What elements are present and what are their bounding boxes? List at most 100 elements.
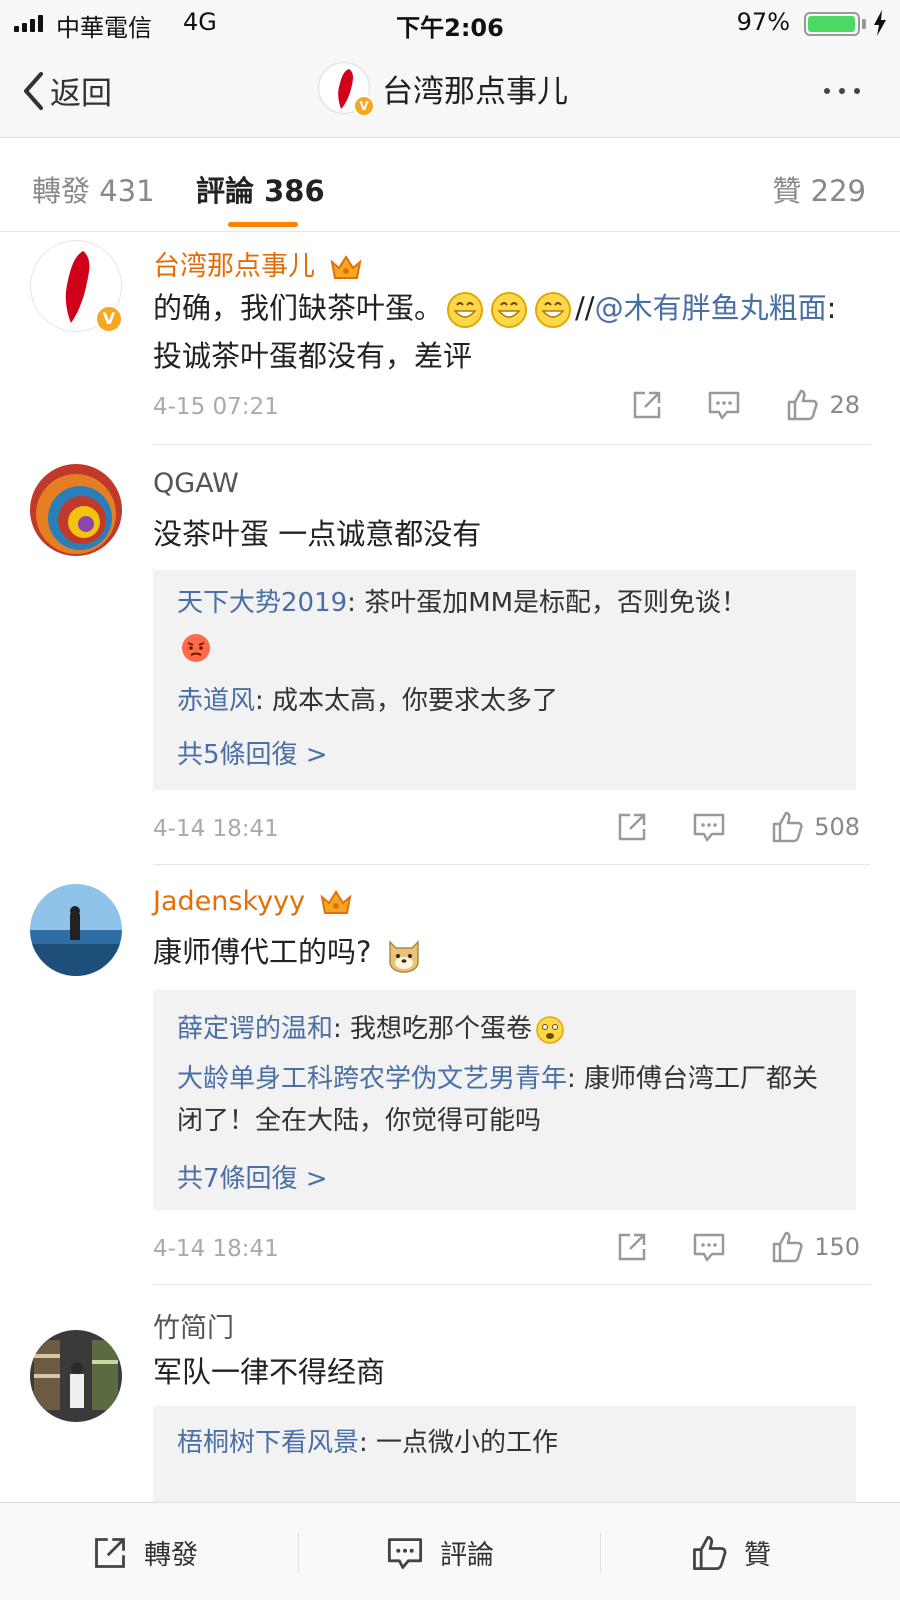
comment-meta: 4-15 07:21 28 [153,388,860,428]
comment-author[interactable]: 竹简门 [153,1306,234,1345]
like-button[interactable]: 贊 [690,1533,771,1572]
reply-comment-icon[interactable] [692,811,726,843]
battery-cap [862,19,866,29]
back-label: 返回 [50,76,112,112]
comment-time: 4-14 18:41 [153,816,279,842]
repost-button[interactable]: 轉發 [92,1533,198,1572]
reply-item: 天下大势2019: 茶叶蛋加MM是标配，否则免谈！ [177,582,836,666]
share-icon[interactable] [631,389,663,421]
member-crown-icon [320,889,352,914]
commenter-avatar[interactable] [30,1330,122,1422]
thumbs-up-icon[interactable] [770,810,804,844]
reply-comment-icon[interactable] [707,389,741,421]
forward-separator: // [575,291,595,325]
back-button[interactable]: 返回 [22,68,112,113]
repost-label: 轉發 [144,1540,198,1571]
member-crown-icon [330,254,362,279]
charging-bolt-icon [874,10,886,36]
comment-icon [387,1537,423,1569]
comment-divider [153,1284,870,1285]
comment-body: 的确，我们缺茶叶蛋。 [153,291,444,325]
grin-emoji-icon [491,292,528,328]
seaside-person-photo [30,884,122,976]
reply-author-link[interactable]: 赤道风 [177,686,255,716]
comment-actions: 508 [572,810,860,844]
comment-author[interactable]: Jadenskyyy [153,886,352,917]
reply-preview-box[interactable]: 天下大势2019: 茶叶蛋加MM是标配，否则免谈！ 赤道风: 成本太高，你要求太… [153,570,856,790]
bottom-bar-separator [600,1533,601,1573]
author-name: Jadenskyyy [153,886,306,917]
user-mention-link[interactable]: @木有胖鱼丸粗面 [595,291,827,325]
reply-item: 赤道风: 成本太高，你要求太多了 [177,680,836,722]
account-avatar: V [318,62,375,117]
thumbs-up-icon [693,1535,727,1570]
reply-author-link[interactable]: 大龄单身工科跨农学伪文艺男青年 [177,1064,567,1094]
active-tab-indicator [228,222,298,227]
reply-text: : 茶叶蛋加MM是标配，否则免谈！ [347,588,748,618]
angry-emoji-icon [182,633,210,662]
comment-item: Jadenskyyy 康师傅代工的吗? 薛定谔的温和: 我想吃那个蛋卷 大龄单身… [0,866,900,1286]
like-count: 28 [829,391,860,419]
view-more-replies-link[interactable]: 共7條回復 > [177,1158,328,1195]
doge-emoji-icon [388,940,419,973]
bottom-action-bar: 轉發 評論 贊 [0,1502,900,1600]
reply-item: 薛定谔的温和: 我想吃那个蛋卷 [177,1008,836,1050]
reply-text: : 我想吃那个蛋卷 [333,1014,533,1044]
more-options-button[interactable] [824,88,860,94]
reply-author-link[interactable]: 薛定谔的温和 [177,1014,333,1044]
reply-comment-icon[interactable] [692,1231,726,1263]
comment-body: 军队一律不得经商 [153,1355,386,1389]
like-count: 150 [814,1233,860,1261]
comment-author[interactable]: QGAW [153,468,239,499]
battery-percent: 97% [736,8,790,36]
reply-text: : 一点微小的工作 [359,1428,559,1458]
share-icon[interactable] [616,811,648,843]
like-label: 贊 [744,1540,771,1571]
store-person-photo [30,1330,122,1422]
battery-level-fill [808,16,855,32]
comment-item: V 台湾那点事儿 的确，我们缺茶叶蛋。//@木有胖鱼丸粗面:投诚茶叶蛋都没有，差… [0,232,900,446]
comment-label: 評論 [440,1540,494,1571]
reply-item: 梧桐树下看风景: 一点微小的工作 [177,1422,836,1464]
tab-comments[interactable]: 評論 386 [196,168,325,210]
thumbs-up-icon[interactable] [785,388,819,422]
reply-preview-box[interactable]: 薛定谔的温和: 我想吃那个蛋卷 大龄单身工科跨农学伪文艺男青年: 康师傅台湾工厂… [153,990,856,1210]
author-name: 台湾那点事儿 [153,251,315,282]
comment-item: 竹简门 军队一律不得经商 梧桐树下看风景: 一点微小的工作 [0,1286,900,1502]
comment-actions: 28 [587,388,860,422]
comment-body: 没茶叶蛋 一点诚意都没有 [153,517,482,551]
verified-badge-icon: V [95,305,123,333]
comment-body: 康师傅代工的吗? [153,935,372,969]
comment-divider [153,444,870,445]
tab-likes[interactable]: 贊 229 [772,168,866,210]
commenter-avatar[interactable] [30,884,122,976]
comment-actions: 150 [572,1230,860,1264]
commenter-avatar[interactable]: V [30,240,123,333]
grin-emoji-icon [535,292,572,328]
battery-icon [804,12,860,36]
nav-bar: 返回 V 台湾那点事儿 [0,44,900,138]
reply-author-link[interactable]: 梧桐树下看风景 [177,1428,359,1458]
thumbs-up-icon[interactable] [770,1230,804,1264]
page-title: 台湾那点事儿 [382,73,568,110]
tab-bar: 轉發 431 評論 386 贊 229 [0,138,900,232]
comment-text: 的确，我们缺茶叶蛋。//@木有胖鱼丸粗面:投诚茶叶蛋都没有，差评 [153,284,860,380]
chevron-left-icon [24,71,43,110]
reply-author-link[interactable]: 天下大势2019 [177,588,347,618]
comment-meta: 4-14 18:41 150 [153,1230,860,1270]
view-more-replies-link[interactable]: 共5條回復 > [177,734,328,771]
grin-emoji-icon [447,292,484,328]
comment-time: 4-14 18:41 [153,1236,279,1262]
reply-preview-box[interactable]: 梧桐树下看风景: 一点微小的工作 [153,1406,856,1502]
comment-text: 康师傅代工的吗? [153,928,860,976]
commenter-avatar[interactable] [30,464,122,556]
tab-reposts[interactable]: 轉發 431 [32,168,155,210]
comment-divider [153,864,870,865]
comment-author[interactable]: 台湾那点事儿 [153,244,362,283]
comment-button[interactable]: 評論 [386,1533,494,1572]
like-count: 508 [814,813,860,841]
reply-text: : 成本太高，你要求太多了 [255,686,559,716]
account-header[interactable]: V 台湾那点事儿 [318,62,568,117]
status-bar: 中華電信 4G 下午2:06 97% [0,0,900,44]
share-icon[interactable] [616,1231,648,1263]
